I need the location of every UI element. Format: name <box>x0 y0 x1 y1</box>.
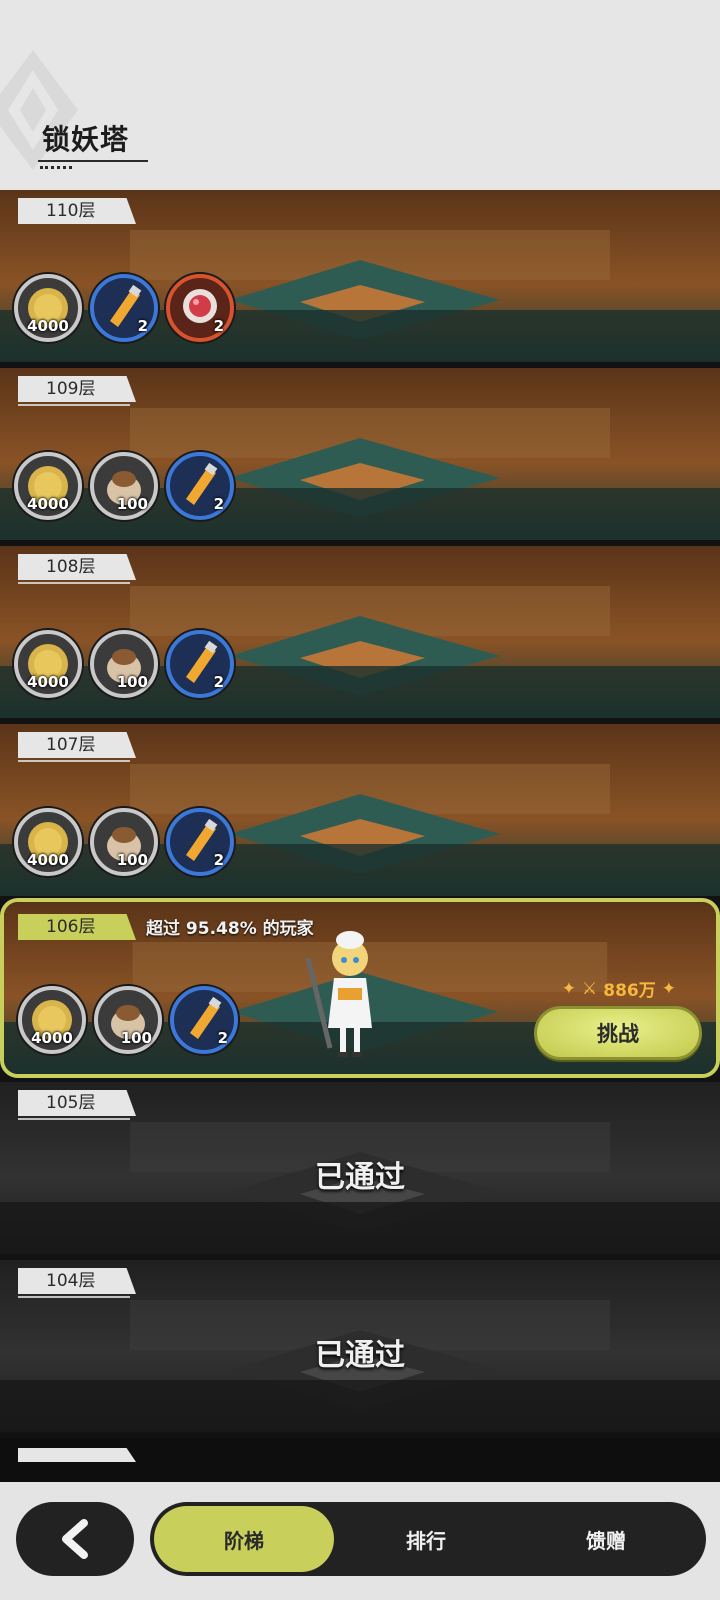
reward-quantity: 4000 <box>27 673 69 691</box>
header-bar: 锁妖塔 <box>0 0 720 190</box>
reward-quantity: 100 <box>120 1029 152 1047</box>
reward-item[interactable]: 2 <box>166 452 234 520</box>
label-underline <box>18 1296 130 1298</box>
chevron-left-icon <box>62 1519 88 1559</box>
tab-gift[interactable]: 馈赠 <box>516 1506 696 1572</box>
floor-label: 108层 <box>18 554 136 580</box>
cleared-status: 已通过 <box>315 1160 405 1195</box>
reward-list: 4000 100 2 <box>14 630 234 698</box>
reward-quantity: 2 <box>213 673 224 691</box>
floor-card[interactable]: 104层 已通过 <box>0 1260 720 1432</box>
power-value: 886万 <box>603 981 656 1001</box>
reward-quantity: 4000 <box>31 1029 73 1047</box>
reward-list: 4000 2 2 <box>14 274 234 342</box>
tab-bar: 阶梯 排行 馈赠 <box>150 1502 706 1576</box>
reward-item[interactable]: 4000 <box>14 808 82 876</box>
reward-item[interactable]: 2 <box>166 274 234 342</box>
reward-quantity: 4000 <box>27 851 69 869</box>
label-underline <box>18 404 130 406</box>
floor-label: 107层 <box>18 732 136 758</box>
reward-item[interactable]: 4000 <box>14 452 82 520</box>
floor-card[interactable]: 110层 4000 2 2 <box>0 190 720 362</box>
reward-list: 4000 100 2 <box>14 452 234 520</box>
sparkle-icon: ✦ <box>661 978 676 999</box>
floor-label: 110层 <box>18 198 136 224</box>
reward-item[interactable]: 2 <box>166 630 234 698</box>
combat-power: ✦ ⚔ 886万 ✦ <box>561 976 676 1002</box>
floor-label: 106层 <box>18 914 136 940</box>
player-character <box>305 931 372 1057</box>
bottom-bar: 阶梯 排行 馈赠 <box>0 1482 720 1600</box>
reward-item[interactable]: 100 <box>90 808 158 876</box>
reward-quantity: 4000 <box>27 495 69 513</box>
reward-quantity: 100 <box>116 673 148 691</box>
reward-item[interactable]: 2 <box>166 808 234 876</box>
rank-percentile-text: 超过 95.48% 的玩家 <box>146 919 314 939</box>
reward-list: 4000 100 2 <box>14 808 234 876</box>
floor-label-partial <box>18 1448 136 1462</box>
floor-card[interactable]: 109层 4000 100 2 <box>0 368 720 540</box>
reward-quantity: 4000 <box>27 317 69 335</box>
floor-card[interactable]: 107层 4000 100 2 <box>0 724 720 896</box>
reward-item[interactable]: 2 <box>90 274 158 342</box>
label-underline <box>18 582 130 584</box>
reward-quantity: 2 <box>213 317 224 335</box>
reward-item[interactable]: 100 <box>90 630 158 698</box>
floor-label: 109层 <box>18 376 136 402</box>
title-dots <box>40 166 72 169</box>
reward-item[interactable]: 4000 <box>14 630 82 698</box>
reward-item[interactable]: 4000 <box>14 274 82 342</box>
sparkle-icon: ✦ <box>561 978 576 999</box>
crossed-swords-icon: ⚔ <box>582 978 598 999</box>
reward-item[interactable]: 100 <box>90 452 158 520</box>
current-floor-card[interactable]: 106层 超过 95.48% 的玩家 4000 100 2 ✦ ⚔ 886万 ✦… <box>0 898 720 1078</box>
reward-item[interactable]: 2 <box>170 986 238 1054</box>
reward-quantity: 100 <box>116 851 148 869</box>
back-button[interactable] <box>16 1502 134 1576</box>
floor-card[interactable]: 105层 已通过 <box>0 1082 720 1254</box>
title-underline <box>38 160 148 162</box>
reward-quantity: 2 <box>213 851 224 869</box>
label-underline <box>18 760 130 762</box>
reward-quantity: 100 <box>116 495 148 513</box>
floor-card-partial <box>0 1438 720 1482</box>
label-underline <box>18 1118 130 1120</box>
reward-item[interactable]: 100 <box>94 986 162 1054</box>
floor-card[interactable]: 108层 4000 100 2 <box>0 546 720 718</box>
challenge-button[interactable]: 挑战 <box>534 1006 702 1060</box>
reward-item[interactable]: 4000 <box>18 986 86 1054</box>
reward-list: 4000 100 2 <box>18 986 238 1054</box>
tab-ladder[interactable]: 阶梯 <box>154 1506 334 1572</box>
reward-quantity: 2 <box>217 1029 228 1047</box>
floor-label: 104层 <box>18 1268 136 1294</box>
page-title: 锁妖塔 <box>42 123 130 156</box>
tower-floor-list[interactable]: 110层 4000 2 2 109层 4000 100 2 108层 4000 … <box>0 190 720 1482</box>
reward-quantity: 2 <box>137 317 148 335</box>
cleared-status: 已通过 <box>315 1338 405 1373</box>
tab-ranking[interactable]: 排行 <box>336 1506 516 1572</box>
floor-label: 105层 <box>18 1090 136 1116</box>
reward-quantity: 2 <box>213 495 224 513</box>
